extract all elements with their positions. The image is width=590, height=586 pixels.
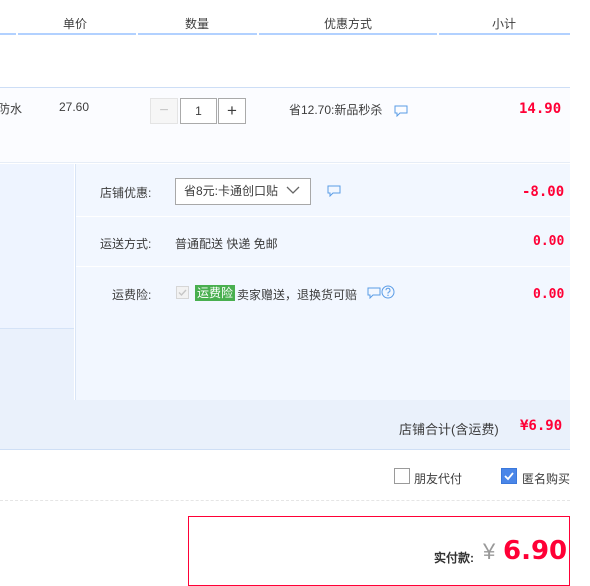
friend-pay-label[interactable]: 朋友代付 xyxy=(414,470,462,487)
quantity-increase-button[interactable]: + xyxy=(218,98,246,124)
header-unit-price: 单价 xyxy=(63,17,88,31)
shop-total-label: 店铺合计(含运费) xyxy=(399,422,499,437)
message-icon[interactable] xyxy=(327,185,341,198)
header-divider xyxy=(0,33,570,35)
header-quantity: 数量 xyxy=(185,17,210,31)
shop-message-area-lower xyxy=(0,328,74,401)
dashed-divider xyxy=(0,500,570,501)
insurance-text: 卖家赠送，退换货可赔 xyxy=(237,288,358,302)
insurance-checkbox[interactable] xyxy=(176,286,189,299)
item-subtotal: 14.90 xyxy=(519,101,562,117)
options-divider xyxy=(76,216,570,217)
insurance-amount: 0.00 xyxy=(533,287,565,302)
shipping-amount: 0.00 xyxy=(533,234,565,249)
shipping-value: 普通配送 快递 免邮 xyxy=(175,237,278,251)
item-discount-text: 省12.70:新品秒杀 xyxy=(289,103,383,117)
cart-item-row xyxy=(0,87,570,163)
coupon-label: 店铺优惠: xyxy=(100,186,152,200)
pay-currency: ¥ xyxy=(483,539,496,564)
pay-label: 实付款: xyxy=(434,551,474,565)
anonymous-checkbox[interactable] xyxy=(501,468,517,484)
question-icon[interactable] xyxy=(381,285,395,299)
quantity-decrease-button[interactable]: − xyxy=(150,98,178,124)
header-discount: 优惠方式 xyxy=(324,17,373,31)
header-subtotal: 小计 xyxy=(492,17,517,31)
insurance-label: 运费险: xyxy=(112,288,152,302)
header-gap xyxy=(136,33,138,35)
anonymous-label[interactable]: 匿名购买 xyxy=(522,470,570,487)
item-unit-price: 27.60 xyxy=(59,100,90,114)
header-gap xyxy=(16,33,18,35)
message-icon[interactable] xyxy=(394,105,408,118)
coupon-select[interactable]: 省8元:卡通创口贴 xyxy=(175,178,311,205)
options-divider xyxy=(76,266,570,267)
quantity-input[interactable]: 1 xyxy=(180,98,217,124)
chevron-down-icon xyxy=(285,182,301,198)
pay-amount: 6.90 xyxy=(503,536,568,566)
checkmark-icon xyxy=(178,289,187,297)
header-gap xyxy=(437,33,439,35)
item-title[interactable]: 防水 xyxy=(0,100,22,117)
insurance-tag: 运费险 xyxy=(195,285,236,301)
shipping-label: 运送方式: xyxy=(100,237,152,251)
header-gap xyxy=(257,33,259,35)
coupon-select-value: 省8元:卡通创口贴 xyxy=(184,184,279,198)
shop-total-amount: ¥6.90 xyxy=(520,418,563,434)
friend-pay-checkbox[interactable] xyxy=(394,468,410,484)
message-icon[interactable] xyxy=(367,287,381,300)
checkmark-icon xyxy=(504,472,514,481)
coupon-amount: -8.00 xyxy=(522,184,565,200)
